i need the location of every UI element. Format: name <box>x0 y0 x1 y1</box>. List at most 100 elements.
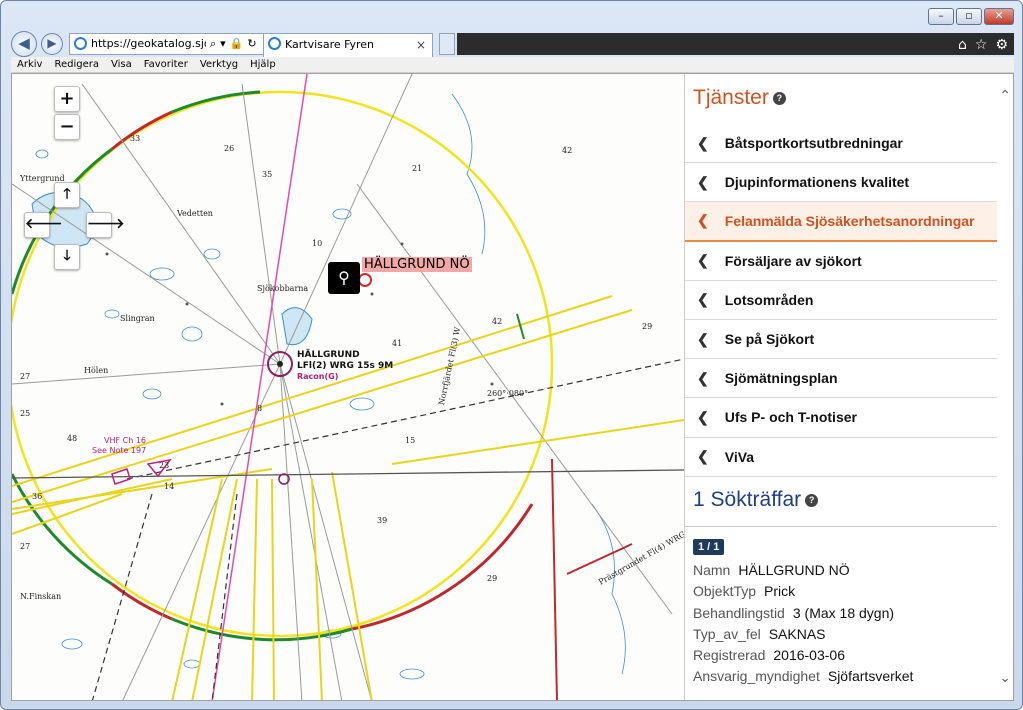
result-map-label: HÄLLGRUND NÖ <box>362 257 472 272</box>
lock-icon: 🔒 <box>229 37 244 50</box>
lighthouse-name: HÄLLGRUND <box>297 350 360 360</box>
attribute-value: 3 (Max 18 dygn) <box>792 604 895 621</box>
chevron-left-icon: ❮ <box>697 134 709 151</box>
attribute-key: Ansvarig_myndighet <box>693 668 820 685</box>
search-result-marker[interactable]: ⚲ <box>328 262 360 294</box>
gear-icon[interactable]: ⚙ <box>995 37 1008 53</box>
service-list: ❮ Båtsportkortsutbredningar ❮ Djupinformat… <box>685 124 997 477</box>
help-icon[interactable]: ? <box>772 91 786 105</box>
home-icon[interactable]: ⌂ <box>958 37 967 53</box>
attribute-value: HÄLLGRUND NÖ <box>738 562 850 578</box>
menu-arkiv[interactable]: Arkiv <box>17 57 42 72</box>
nautical-map[interactable]: Yttergrund Vedetten Sjökobbarna Slingran… <box>12 74 684 700</box>
menu-visa[interactable]: Visa <box>111 57 132 72</box>
lighthouse-characteristic: LFl(2) WRG 15s 9M <box>297 361 394 371</box>
service-item-lotsomraden[interactable]: ❮ Lotsområden <box>685 281 997 320</box>
window-controls: – ▫ ✕ <box>928 8 1014 25</box>
divider <box>685 526 997 527</box>
maximize-button[interactable]: ▫ <box>956 8 982 25</box>
depth-label: 48 <box>67 434 78 443</box>
browser-window: – ▫ ✕ ◀ ▶ https://geokatalog.sjofa... ⌕ … <box>0 0 1023 710</box>
new-tab-button[interactable] <box>439 33 455 55</box>
place-label: Hölen <box>84 366 109 375</box>
service-label: Djupinformationens kvalitet <box>724 174 910 191</box>
pan-down-button[interactable]: 🡓 <box>54 244 80 270</box>
magnifier-icon: ⚲ <box>338 268 350 287</box>
address-url[interactable]: https://geokatalog.sjofa... <box>91 34 206 54</box>
racon-label: Racon(G) <box>297 372 339 381</box>
zoom-in-button[interactable]: + <box>54 86 80 112</box>
depth-label: 42 <box>492 317 503 326</box>
chevron-left-icon: ❮ <box>697 448 709 465</box>
chevron-left-icon: ❮ <box>697 330 709 347</box>
tab-title: Kartvisare Fyren <box>285 38 375 51</box>
refresh-icon[interactable]: ↻ <box>247 34 256 54</box>
zoom-out-button[interactable]: − <box>54 114 80 140</box>
menu-favoriter[interactable]: Favoriter <box>144 57 188 72</box>
tab-close-icon[interactable]: × <box>416 34 426 56</box>
depth-label: 21 <box>412 164 423 173</box>
attribute-row: Behandlingstid 3 (Max 18 dygn) <box>693 605 913 626</box>
forward-button[interactable]: ▶ <box>41 33 63 55</box>
close-button[interactable]: ✕ <box>984 8 1014 25</box>
service-item-forsaljare[interactable]: ❮ Försäljare av sjökort <box>685 242 997 281</box>
place-label: Vedetten <box>177 209 213 218</box>
service-label: Felanmälda Sjösäkerhetsanordningar <box>724 212 975 229</box>
menu-hjalp[interactable]: Hjälp <box>250 57 276 72</box>
service-label: Se på Sjökort <box>724 331 815 348</box>
service-item-felanmalda[interactable]: ❮ Felanmälda Sjösäkerhetsanordningar <box>685 202 997 242</box>
address-bar[interactable]: https://geokatalog.sjofa... ⌕ ▾ 🔒 ↻ <box>69 33 269 55</box>
tab-kartvisare[interactable]: Kartvisare Fyren × <box>263 33 433 57</box>
depth-label: 42 <box>562 146 573 155</box>
tab-strip <box>457 33 947 55</box>
attribute-value: Prick <box>764 583 796 600</box>
search-icon[interactable]: ⌕ <box>210 34 216 54</box>
service-item-djupinformation[interactable]: ❮ Djupinformationens kvalitet <box>685 163 997 203</box>
service-item-batsportkort[interactable]: ❮ Båtsportkortsutbredningar <box>685 124 997 164</box>
ie-icon <box>74 37 87 50</box>
star-icon[interactable]: ☆ <box>975 37 988 53</box>
scroll-up-icon[interactable]: ⌃ <box>999 88 1011 104</box>
pan-up-button[interactable]: 🡑 <box>54 182 80 208</box>
result-attributes: Namn HÄLLGRUND NÖ ObjektTyp Prick Behandli… <box>693 562 913 690</box>
depth-label: 27 <box>20 372 31 381</box>
service-item-se-pa-sjokort[interactable]: ❮ Se på Sjökort <box>685 320 997 360</box>
chevron-left-icon: ❮ <box>697 408 709 425</box>
menu-bar: Arkiv Redigera Visa Favoriter Verktyg Hj… <box>11 57 1014 73</box>
depth-label: 26 <box>224 144 235 153</box>
page-content: Yttergrund Vedetten Sjökobbarna Slingran… <box>11 73 1014 701</box>
chevron-left-icon: ❮ <box>697 252 709 269</box>
attribute-value: 2016-03-06 <box>773 647 845 664</box>
menu-redigera[interactable]: Redigera <box>54 57 99 72</box>
attribute-key: Registrerad <box>693 647 766 664</box>
depth-label: 10 <box>312 239 323 248</box>
title-bar: – ▫ ✕ <box>1 1 1022 29</box>
attribute-row: Namn HÄLLGRUND NÖ <box>693 562 913 583</box>
attribute-key: ObjektTyp <box>693 583 757 600</box>
attribute-row: ObjektTyp Prick <box>693 583 913 604</box>
toolbar-icons: ⌂ ☆ ⚙ <box>947 33 1014 55</box>
minimize-button[interactable]: – <box>928 8 954 25</box>
menu-verktyg[interactable]: Verktyg <box>200 57 238 72</box>
results-heading: 1 Sökträffar? <box>693 488 819 512</box>
place-label: Sjökobbarna <box>257 284 309 293</box>
depth-label: 15 <box>405 436 416 445</box>
depth-label: 36 <box>32 492 43 501</box>
service-item-viva[interactable]: ❮ ViVa <box>685 438 997 477</box>
services-heading: Tjänster? <box>693 86 786 110</box>
service-item-sjomatningsplan[interactable]: ❮ Sjömätningsplan <box>685 359 997 399</box>
service-item-ufs[interactable]: ❮ Ufs P- och T-notiser <box>685 398 997 438</box>
pan-right-button[interactable]: 🡒 <box>86 212 125 238</box>
ie-icon <box>268 37 281 50</box>
depth-label: 33 <box>130 134 141 143</box>
back-button[interactable]: ◀ <box>11 31 37 57</box>
pan-left-button[interactable]: 🡐 <box>24 212 63 238</box>
help-icon[interactable]: ? <box>805 493 819 507</box>
depth-label: 8 <box>257 404 263 413</box>
service-label: Lotsområden <box>724 291 814 308</box>
scroll-down-icon[interactable]: ⌄ <box>999 670 1011 686</box>
place-label: N.Finskan <box>20 592 62 601</box>
dropdown-icon[interactable]: ▾ <box>220 34 226 54</box>
attribute-row: Ansvarig_myndighet Sjöfartsverket <box>693 668 913 689</box>
attribute-key: Behandlingstid <box>693 604 785 621</box>
